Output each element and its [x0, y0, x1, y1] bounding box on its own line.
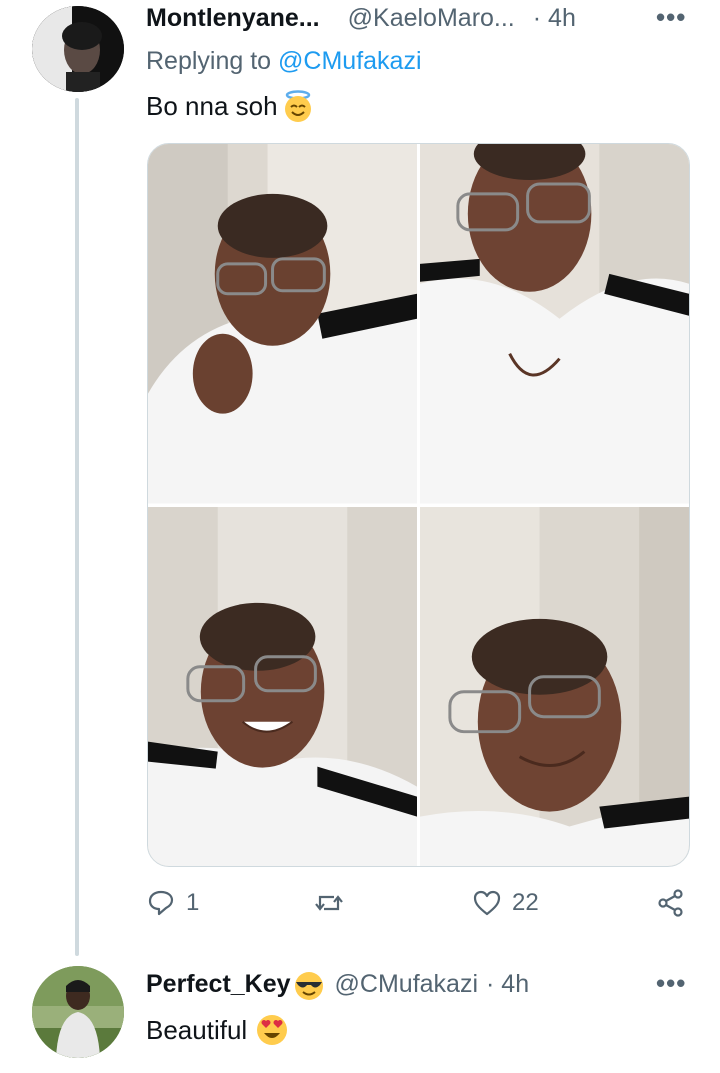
user-handle[interactable]: @CMufakazi [335, 970, 478, 999]
thread-connector-line [75, 98, 79, 956]
photo-4[interactable] [420, 506, 689, 866]
avatar[interactable] [32, 966, 124, 1058]
heart-icon [473, 890, 501, 916]
tweet-text-content: Bo nna soh [146, 90, 278, 121]
share-icon [658, 889, 683, 917]
like-button[interactable]: 22 [472, 888, 539, 918]
display-name[interactable]: Perfect_Key [146, 970, 291, 999]
avatar[interactable] [32, 6, 124, 92]
display-name[interactable]: Montlenyane... [146, 4, 320, 33]
more-options-button[interactable]: ••• [656, 2, 686, 33]
timestamp[interactable]: · 4h [533, 4, 576, 33]
reply-text: Beautiful [146, 1013, 289, 1047]
replying-to-line: Replying to @CMufakazi [146, 47, 422, 76]
tweet-actions: 1 22 [146, 888, 691, 928]
smiling-face-with-halo-icon [281, 89, 315, 123]
user-handle[interactable]: @KaeloMaro... [348, 4, 515, 33]
photo-2[interactable] [420, 144, 689, 504]
more-options-button[interactable]: ••• [656, 968, 686, 999]
reply-count: 1 [186, 889, 200, 916]
replying-prefix: Replying to [146, 47, 272, 75]
photo-3[interactable] [148, 506, 417, 866]
reply-header: Perfect_Key @CMufakazi · 4h [146, 970, 529, 1002]
retweet-icon [315, 895, 343, 911]
smiling-face-with-sunglasses-icon [293, 970, 325, 1002]
media-grid [147, 143, 690, 867]
like-count: 22 [512, 889, 539, 916]
photo-1[interactable] [148, 144, 417, 504]
tweet-text: Bo nna soh [146, 89, 315, 123]
retweet-button[interactable] [314, 888, 354, 918]
reply-icon [148, 890, 174, 916]
share-button[interactable] [656, 888, 686, 918]
smiling-face-with-heart-eyes-icon [255, 1013, 289, 1047]
reply-button[interactable]: 1 [146, 888, 199, 918]
reply-text-content: Beautiful [146, 1014, 248, 1045]
mention-link[interactable]: @CMufakazi [278, 47, 421, 75]
tweet-header: Montlenyane... @KaeloMaro... · 4h [146, 4, 576, 33]
timestamp[interactable]: · 4h [486, 970, 529, 999]
